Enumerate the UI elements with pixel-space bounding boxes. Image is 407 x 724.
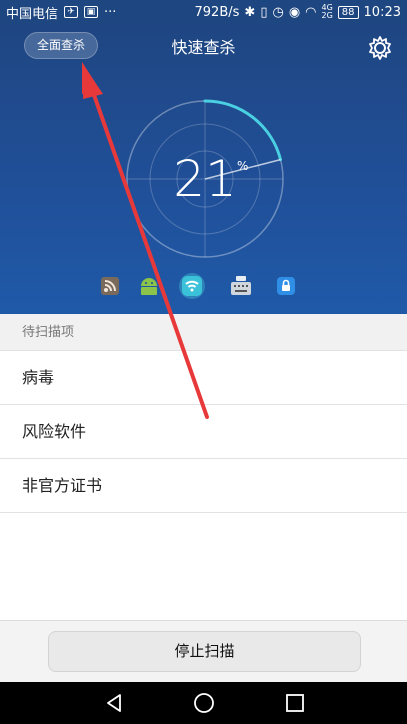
scan-item-unofficial-certificate: 非官方证书: [0, 459, 407, 513]
scan-category-icons: [0, 273, 407, 302]
app-screen: 中国电信 ✈ ▣ ··· 792B/s ✱ ▯ ◷ ◉ ◠ 4G 2G 88 1…: [0, 0, 407, 724]
scan-item-virus: 病毒: [0, 351, 407, 405]
recent-apps-icon[interactable]: [284, 692, 306, 714]
more-icon: ···: [104, 4, 117, 20]
keyboard-icon: [231, 276, 251, 295]
pending-scan-section-header: 待扫描项: [0, 314, 407, 351]
battery-level: 88: [337, 5, 359, 19]
android-icon: [141, 278, 157, 295]
rss-icon: [101, 277, 119, 295]
network-2g-label: 2G: [321, 11, 333, 20]
network-speed: 792B/s: [194, 4, 240, 20]
network-type: 4G 2G: [322, 4, 333, 20]
settings-gear-icon[interactable]: [366, 34, 394, 62]
stop-scan-button[interactable]: 停止扫描: [48, 631, 361, 672]
progress-unit: %: [237, 159, 249, 173]
image-notification-icon: ▣: [84, 6, 99, 18]
wifi-icon: [179, 273, 205, 299]
scan-item-risk-software: 风险软件: [0, 405, 407, 459]
clock: 10:23: [363, 4, 401, 20]
back-icon[interactable]: [103, 692, 125, 714]
scan-header: 全面查杀 快速查杀 21 %: [0, 24, 407, 314]
bottom-action-bar: 停止扫描: [0, 620, 407, 682]
eye-icon: ◉: [288, 4, 301, 20]
home-icon[interactable]: [193, 692, 215, 714]
lock-icon: [277, 277, 295, 295]
wifi-status-icon: ◠: [305, 4, 317, 20]
bluetooth-icon: ✱: [244, 4, 256, 20]
system-nav-bar: [0, 682, 407, 724]
page-title: 快速查杀: [171, 38, 236, 57]
vibrate-icon: ▯: [260, 4, 268, 20]
progress-value: 21: [173, 150, 237, 208]
carrier-label: 中国电信: [6, 6, 59, 22]
status-bar: 中国电信 ✈ ▣ ··· 792B/s ✱ ▯ ◷ ◉ ◠ 4G 2G 88 1…: [0, 0, 407, 24]
notification-icon: ✈: [64, 6, 79, 18]
alarm-icon: ◷: [272, 4, 284, 20]
